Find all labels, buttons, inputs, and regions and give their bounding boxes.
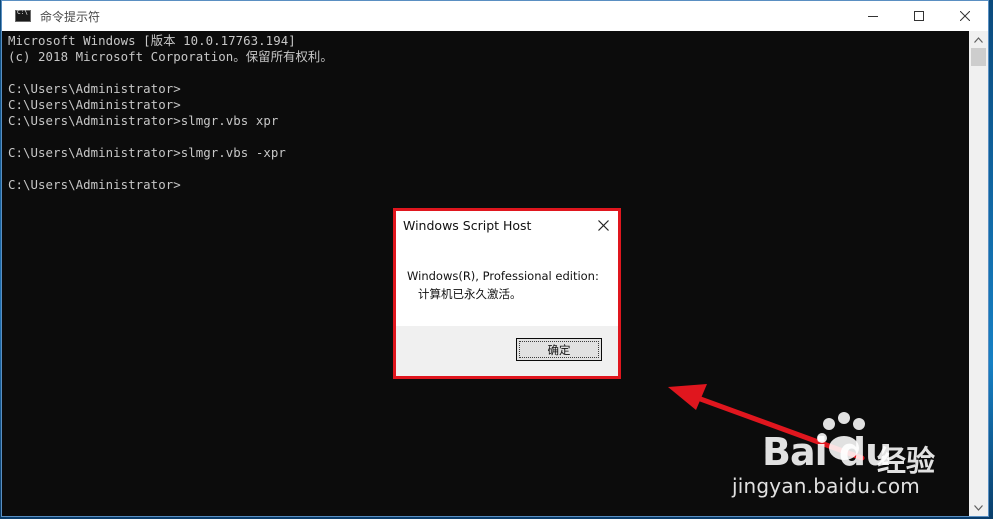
baidu-logo-text: Bai du bbox=[762, 430, 892, 474]
baidu-jingyan-watermark: Bai du 经验 jingyan.baidu.com bbox=[732, 410, 954, 510]
watermark-url: jingyan.baidu.com bbox=[732, 474, 920, 498]
